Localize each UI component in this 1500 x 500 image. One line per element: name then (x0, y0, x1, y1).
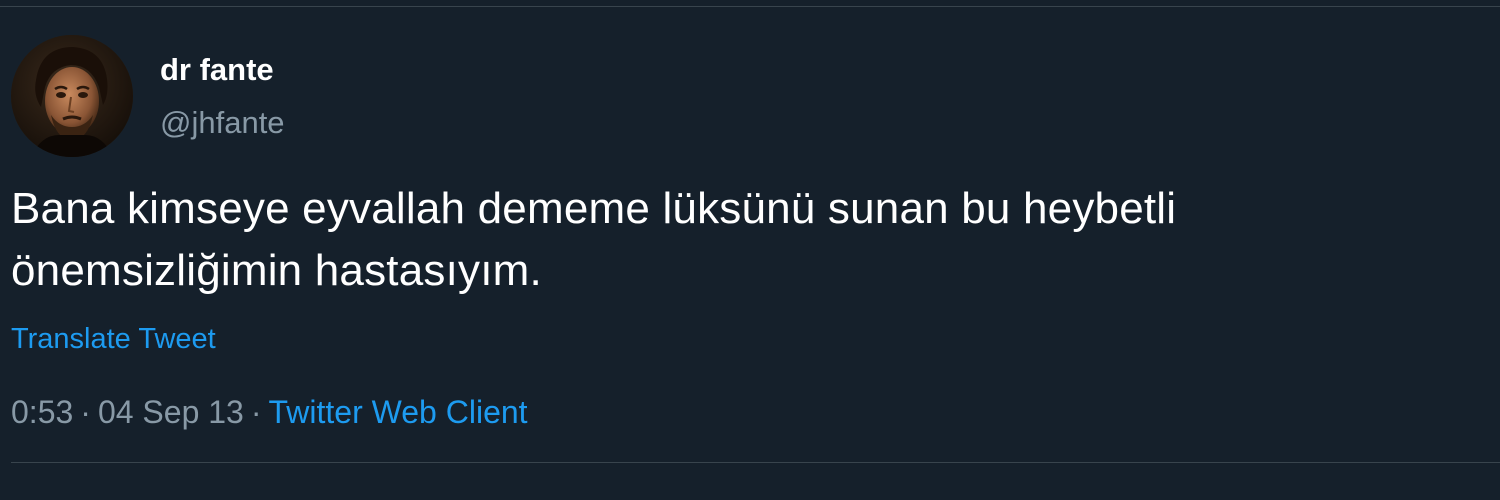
bottom-divider (11, 462, 1500, 463)
tweet-date[interactable]: 04 Sep 13 (98, 394, 244, 430)
tweet-text: Bana kimseye eyvallah dememe lüksünü sun… (11, 178, 1471, 302)
tweet-source-link[interactable]: Twitter Web Client (269, 394, 528, 430)
author-handle[interactable]: @jhfante (160, 105, 285, 141)
meta-separator: · (80, 394, 91, 430)
meta-separator: · (250, 394, 262, 430)
tweet-time[interactable]: 0:53 (11, 394, 73, 430)
tweet-metadata: 0:53 · 04 Sep 13 · Twitter Web Client (11, 393, 528, 431)
translate-tweet-link[interactable]: Translate Tweet (11, 322, 216, 356)
tweet-detail: dr fante @jhfante Bana kimseye eyvallah … (0, 0, 1500, 500)
tweet-text-line-2: önemsizliğimin hastasıyım. (11, 246, 542, 295)
tweet-text-line-1: Bana kimseye eyvallah dememe lüksünü sun… (11, 184, 1177, 233)
portrait-avatar-icon (11, 35, 133, 157)
author-display-name[interactable]: dr fante (160, 52, 274, 88)
avatar[interactable] (11, 35, 133, 157)
